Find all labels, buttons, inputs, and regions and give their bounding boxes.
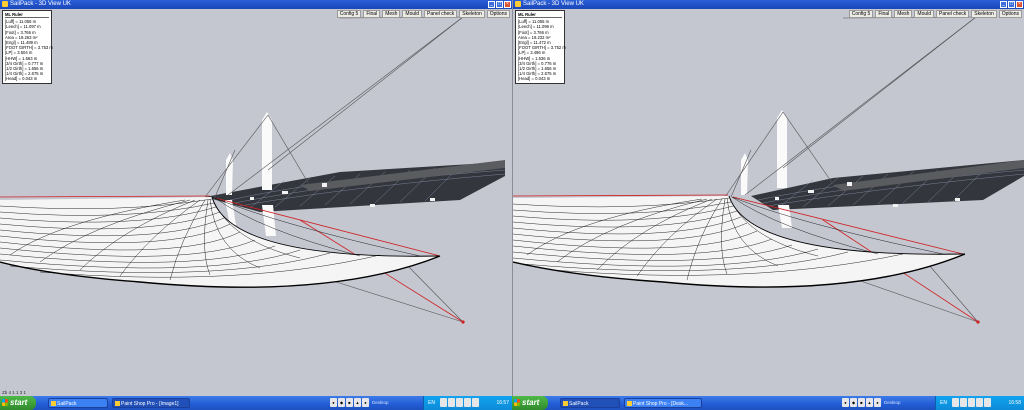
task-label: SailPack: [57, 401, 77, 407]
taskbar-item-paintshop[interactable]: Paint Shop Pro - [Image1]: [112, 398, 190, 408]
windows-logo-icon: [514, 399, 520, 406]
task-label: Paint Shop Pro - [Desk...: [633, 401, 689, 407]
ruler-title: ML Ruler: [518, 12, 562, 19]
tray-app-icon[interactable]: ●: [842, 398, 849, 407]
right-3d-view-window: SailPack - 3D View UK _ □ × Config 5 Fin…: [512, 0, 1024, 396]
clew-point: [976, 320, 980, 324]
menu-config[interactable]: Config 5: [848, 10, 874, 18]
ruler-row: [Head] = 0.043 m: [5, 76, 38, 82]
clock[interactable]: 16:58: [1008, 396, 1021, 410]
tray-icon[interactable]: [440, 398, 447, 407]
close-button[interactable]: ×: [504, 1, 511, 8]
tray-icons: [952, 398, 991, 407]
sailpack-app-icon: [515, 1, 521, 7]
tray-app-icon[interactable]: ■: [858, 398, 865, 407]
clew-point: [461, 320, 465, 324]
paint-shop-icon: [115, 401, 120, 406]
language-indicator[interactable]: EN: [940, 396, 947, 410]
sail-3d-viewport[interactable]: [0, 0, 512, 396]
sailpack-icon: [51, 401, 56, 406]
close-button[interactable]: ×: [1016, 1, 1023, 8]
paint-shop-icon: [627, 401, 632, 406]
window-controls: _ □ ×: [1000, 1, 1023, 8]
minimize-button[interactable]: _: [1000, 1, 1007, 8]
clock[interactable]: 16:57: [496, 396, 509, 410]
taskbar-item-sailpack[interactable]: SailPack: [560, 398, 620, 408]
tray-app-icon[interactable]: ●: [362, 398, 369, 407]
desktop-toolbar-label[interactable]: Desktop: [884, 396, 901, 410]
menu-mesh[interactable]: Mesh: [382, 10, 401, 18]
tray-icon[interactable]: [464, 398, 471, 407]
window-title: SailPack - 3D View UK: [523, 1, 584, 7]
sail-3d-viewport[interactable]: [513, 0, 1024, 396]
sailpack-icon: [563, 401, 568, 406]
ruler-title: ML Ruler: [5, 12, 49, 19]
menu-config[interactable]: Config 5: [336, 10, 362, 18]
system-tray: EN 16:57: [423, 396, 512, 410]
windows-taskbar: start SailPack Paint Shop Pro - [Image1]…: [0, 396, 512, 410]
ruler-row: [Head] = 0.043 m: [518, 76, 551, 82]
quicklaunch-icons: ● ◆ ■ ▲ ●: [842, 398, 881, 407]
windows-logo-icon: [2, 399, 8, 406]
tray-app-icon[interactable]: ●: [330, 398, 337, 407]
maximize-button[interactable]: □: [1008, 1, 1015, 8]
tray-app-icon[interactable]: ●: [874, 398, 881, 407]
tray-icon[interactable]: [448, 398, 455, 407]
window-titlebar[interactable]: SailPack - 3D View UK _ □ ×: [513, 0, 1024, 9]
status-line: Zb 4 1 1 3 1: [2, 390, 27, 395]
start-button[interactable]: start: [512, 396, 548, 410]
menu-final[interactable]: Final: [875, 10, 893, 18]
tray-app-icon[interactable]: ■: [346, 398, 353, 407]
tray-icon[interactable]: [960, 398, 967, 407]
start-label: start: [522, 398, 540, 407]
start-button[interactable]: start: [0, 396, 36, 410]
mast: [777, 110, 787, 188]
maximize-button[interactable]: □: [496, 1, 503, 8]
quicklaunch-icons: ● ◆ ■ ▲ ●: [330, 398, 369, 407]
system-tray: EN 16:58: [935, 396, 1024, 410]
second-mast: [226, 153, 233, 195]
taskbar-item-paintshop[interactable]: Paint Shop Pro - [Desk...: [624, 398, 702, 408]
menu-final[interactable]: Final: [363, 10, 381, 18]
menu-options[interactable]: Options: [486, 10, 510, 18]
tray-icon[interactable]: [984, 398, 991, 407]
menu-mesh[interactable]: Mesh: [894, 10, 913, 18]
window-title: SailPack - 3D View UK: [10, 1, 71, 7]
tray-app-icon[interactable]: ▲: [354, 398, 361, 407]
tray-app-icon[interactable]: ▲: [866, 398, 873, 407]
menu-panel-check[interactable]: Panel check: [936, 10, 970, 18]
ml-ruler-panel: ML Ruler [Luff] = 11.056 m [Leech] = 11.…: [2, 10, 53, 84]
menu-options[interactable]: Options: [998, 10, 1022, 18]
menu-skeleton[interactable]: Skeleton: [459, 10, 485, 18]
tray-icon[interactable]: [976, 398, 983, 407]
view-menubar: Config 5 Final Mesh Mould Panel check Sk…: [336, 10, 510, 18]
left-3d-view-window: SailPack - 3D View UK _ □ × Config 5 Fin…: [0, 0, 512, 396]
ml-ruler-panel: ML Ruler [Luff] = 11.055 m [Leech] = 11.…: [515, 10, 566, 84]
windows-taskbar: start SailPack Paint Shop Pro - [Desk...…: [512, 396, 1024, 410]
tray-icon[interactable]: [968, 398, 975, 407]
view-menubar: Config 5 Final Mesh Mould Panel check Sk…: [848, 10, 1022, 18]
taskbar-item-sailpack[interactable]: SailPack: [48, 398, 108, 408]
tray-icon[interactable]: [456, 398, 463, 407]
menu-mould[interactable]: Mould: [914, 10, 935, 18]
start-label: start: [10, 398, 28, 407]
menu-skeleton[interactable]: Skeleton: [971, 10, 997, 18]
tray-icon[interactable]: [472, 398, 479, 407]
tray-app-icon[interactable]: ◆: [338, 398, 345, 407]
tray-icons: [440, 398, 479, 407]
tray-app-icon[interactable]: ◆: [850, 398, 857, 407]
language-indicator[interactable]: EN: [428, 396, 435, 410]
sailpack-app-icon: [2, 1, 8, 7]
window-titlebar[interactable]: SailPack - 3D View UK _ □ ×: [0, 0, 512, 9]
tray-icon[interactable]: [952, 398, 959, 407]
minimize-button[interactable]: _: [488, 1, 495, 8]
task-label: Paint Shop Pro - [Image1]: [121, 401, 179, 407]
menu-panel-check[interactable]: Panel check: [424, 10, 458, 18]
mast: [262, 112, 272, 190]
task-label: SailPack: [569, 401, 589, 407]
desktop-toolbar-label[interactable]: Desktop: [372, 396, 389, 410]
menu-mould[interactable]: Mould: [402, 10, 423, 18]
window-controls: _ □ ×: [488, 1, 511, 8]
